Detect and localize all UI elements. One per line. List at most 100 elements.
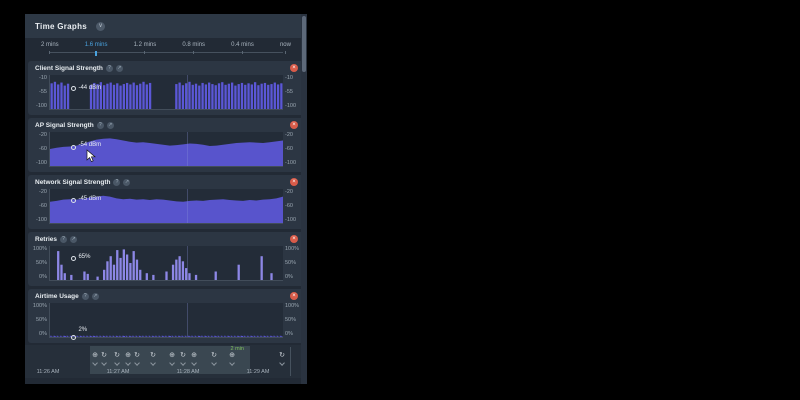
timeline-event-search-icon[interactable]: ⊕ <box>191 352 197 366</box>
y-tick-label: -100 <box>35 103 47 109</box>
desktop-background: Time Graphs ∨ 2 mins 1.6 mins 1.2 mins 0.8 … <box>0 0 800 400</box>
tab-now[interactable]: now <box>280 38 291 59</box>
chart-help-icon[interactable]: ? <box>105 65 113 72</box>
chart-title: Retries <box>35 236 58 243</box>
timeline-event-refresh-icon[interactable]: ↻ <box>279 352 285 366</box>
chart-plot-area[interactable]: -45 dBm <box>49 189 283 224</box>
timeline-event-refresh-icon[interactable]: ↻ <box>150 352 156 366</box>
tab-0-4-mins[interactable]: 0.4 mins <box>231 38 254 59</box>
tab-tick <box>49 51 51 54</box>
refresh-icon: ↻ <box>211 352 217 359</box>
timeline-timestamp: 11:27 AM <box>106 369 130 375</box>
chart-card-header: Client Signal Strength ? ↗ × <box>28 61 304 75</box>
y-tick-label: -55 <box>39 89 47 95</box>
time-range-tabs: 2 mins 1.6 mins 1.2 mins 0.8 mins 0.4 mins no… <box>25 38 307 59</box>
charts-list: Client Signal Strength ? ↗ × -10 -55 -100 … <box>25 59 307 343</box>
chart-help-icon[interactable]: ? <box>81 293 89 300</box>
chevron-down-icon <box>180 360 186 366</box>
y-tick-label: 50% <box>285 260 297 266</box>
tab-label: now <box>279 42 291 48</box>
chart-plot-area[interactable]: -54 dBm <box>49 132 283 167</box>
timeline-event-refresh-icon[interactable]: ↻ <box>180 352 186 366</box>
chevron-down-icon <box>92 360 98 366</box>
chart-plot-area[interactable]: 65% <box>49 246 283 281</box>
chart-close-button[interactable]: × <box>290 178 298 186</box>
chart-help-icon[interactable]: ? <box>96 122 104 129</box>
chart-popout-icon[interactable]: ↗ <box>106 122 114 129</box>
chevron-down-icon <box>229 360 235 366</box>
time-marker-line <box>186 189 188 223</box>
chevron-down-icon <box>279 360 285 366</box>
y-axis-labels-right: -10 -55 -100 <box>285 75 300 109</box>
scrollbar-thumb[interactable] <box>302 16 306 72</box>
tab-label: 0.8 mins <box>182 42 206 48</box>
panel-collapse-icon[interactable]: ∨ <box>96 21 106 31</box>
y-tick-label: -60 <box>39 146 47 152</box>
chart-card: Retries ? ↗ × 100% 50% 0% 65% 100% 50% 0% <box>28 232 304 286</box>
chevron-down-icon <box>134 360 140 366</box>
timeline-event-search-icon[interactable]: ⊕ <box>125 352 131 366</box>
chevron-down-icon <box>114 360 120 366</box>
timeline-event-search-icon[interactable]: ⊕ <box>169 352 175 366</box>
timeline-timestamp: 11:29 AM <box>246 369 270 375</box>
chart-popout-icon[interactable]: ↗ <box>91 293 99 300</box>
tab-2-mins[interactable]: 2 mins <box>41 38 59 59</box>
y-axis-labels-right: 100% 50% 0% <box>285 246 300 280</box>
tab-1-6-mins[interactable]: 1.6 mins <box>85 38 107 59</box>
refresh-icon: ↻ <box>114 352 120 359</box>
chart-close-button[interactable]: × <box>290 235 298 243</box>
y-tick-label: 100% <box>32 303 47 309</box>
chart-plot-area[interactable]: 2% <box>49 303 283 340</box>
event-timeline[interactable]: 2 min ⊕ ↻ ↻ ⊕ ↻ ↻ ⊕ ↻ ⊕ ↻ ⊕ ↻ 11:26 AM 11:27 AM 11:28… <box>25 345 301 378</box>
chart-plot-area[interactable]: -44 dBm <box>49 75 283 110</box>
search-icon: ⊕ <box>191 352 197 359</box>
tab-tick <box>95 51 98 56</box>
chart-card: Client Signal Strength ? ↗ × -10 -55 -100 … <box>28 61 304 115</box>
time-graphs-panel: Time Graphs ∨ 2 mins 1.6 mins 1.2 mins 0.8 … <box>25 14 307 384</box>
chevron-down-icon <box>169 360 175 366</box>
chart-series <box>50 195 283 223</box>
timeline-event-refresh-icon[interactable]: ↻ <box>211 352 217 366</box>
chart-popout-icon[interactable]: ↗ <box>123 179 131 186</box>
tab-1-2-mins[interactable]: 1.2 mins <box>133 38 157 59</box>
chart-popout-icon[interactable]: ↗ <box>70 236 78 243</box>
chart-close-button[interactable]: × <box>290 292 298 300</box>
tab-0-8-mins[interactable]: 0.8 mins <box>182 38 205 59</box>
tab-label: 1.2 mins <box>133 42 157 48</box>
y-tick-label: -60 <box>285 146 293 152</box>
timeline-event-search-icon[interactable]: ⊕ <box>92 352 98 366</box>
search-icon: ⊕ <box>229 352 235 359</box>
chart-body: -20 -60 -100 -54 dBm -20 -60 -100 <box>28 132 304 167</box>
chart-close-button[interactable]: × <box>290 121 298 129</box>
chart-popout-icon[interactable]: ↗ <box>115 65 123 72</box>
y-tick-label: 100% <box>285 246 300 252</box>
timeline-event-search-icon[interactable]: ⊕ <box>229 352 235 366</box>
y-tick-label: 0% <box>285 331 293 337</box>
chevron-down-icon <box>211 360 217 366</box>
refresh-icon: ↻ <box>150 352 156 359</box>
time-marker-line <box>186 132 188 166</box>
chart-body: -10 -55 -100 -44 dBm -10 -55 -100 <box>28 75 304 110</box>
chart-help-icon[interactable]: ? <box>60 236 68 243</box>
y-tick-label: 50% <box>35 260 47 266</box>
y-axis-labels-left: -20 -60 -100 <box>32 132 47 166</box>
timeline-event-refresh-icon[interactable]: ↻ <box>114 352 120 366</box>
chevron-down-icon <box>125 360 131 366</box>
chart-help-icon[interactable]: ? <box>113 179 121 186</box>
refresh-icon: ↻ <box>279 352 285 359</box>
y-tick-label: 0% <box>285 274 293 280</box>
y-tick-label: 0% <box>39 331 47 337</box>
chart-series <box>50 81 283 109</box>
chart-close-button[interactable]: × <box>290 64 298 72</box>
refresh-icon: ↻ <box>134 352 140 359</box>
scrollbar-track[interactable] <box>301 14 307 384</box>
chevron-down-icon <box>150 360 156 366</box>
timeline-event-refresh-icon[interactable]: ↻ <box>134 352 140 366</box>
y-tick-label: -55 <box>285 89 293 95</box>
mouse-cursor <box>86 149 96 163</box>
y-tick-label: -10 <box>285 75 293 81</box>
timeline-event-refresh-icon[interactable]: ↻ <box>101 352 107 366</box>
time-range-selector: 2 mins 1.6 mins 1.2 mins 0.8 mins 0.4 mins no… <box>25 38 307 59</box>
chevron-down-icon <box>191 360 197 366</box>
y-axis-labels-left: 100% 50% 0% <box>32 303 47 337</box>
